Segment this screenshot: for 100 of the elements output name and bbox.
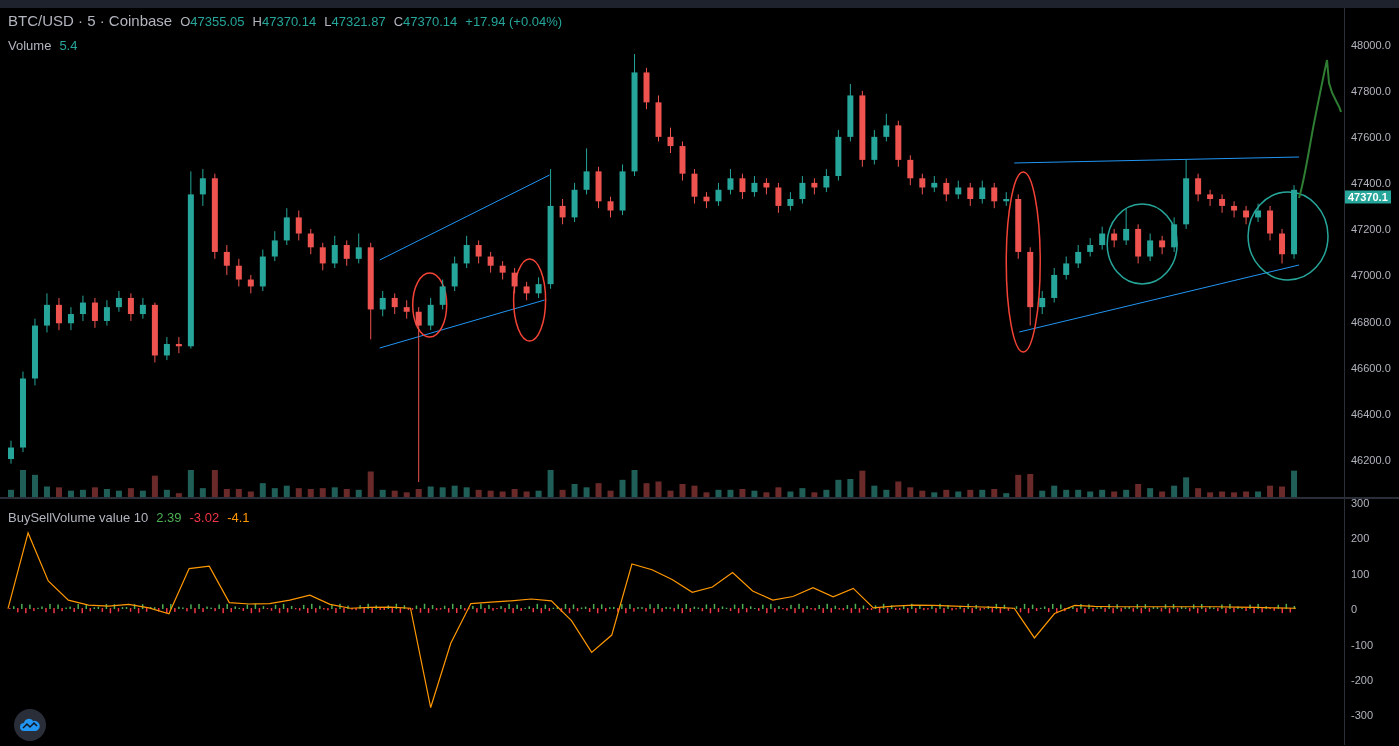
indicator-axis-label: -100 <box>1351 638 1374 651</box>
candle <box>1267 205 1274 241</box>
candle <box>499 260 506 281</box>
ohlc-value: C47370.14 <box>393 14 458 29</box>
price-axis-label: 46400.0 <box>1351 407 1391 420</box>
candle <box>559 198 566 225</box>
candle <box>667 127 674 154</box>
candle <box>1279 228 1286 264</box>
candle <box>487 251 494 274</box>
price-change: +17.94 (+0.04%) <box>465 14 563 29</box>
candle <box>739 173 746 200</box>
candle <box>259 249 266 292</box>
volume-value: 5.4 <box>59 38 78 53</box>
candle <box>1063 256 1070 281</box>
candle <box>835 129 842 182</box>
candle <box>931 175 938 193</box>
logo-icon[interactable] <box>14 709 46 741</box>
candle <box>55 297 62 331</box>
candle <box>8 440 14 465</box>
candle <box>235 258 242 287</box>
indicator-axis-label: -200 <box>1351 674 1374 686</box>
candle <box>979 180 986 205</box>
candle <box>1171 216 1178 253</box>
candle <box>991 182 998 209</box>
candle <box>295 210 302 241</box>
indicator-label: BuySellVolume value 10 <box>8 510 149 525</box>
candle <box>79 295 86 322</box>
candle <box>607 196 614 218</box>
ohlc-value: L47321.87 <box>324 14 386 29</box>
symbol-title: BTC/USD · 5 · Coinbase <box>8 12 173 29</box>
candle <box>1015 193 1022 260</box>
price-axis-label: 46200.0 <box>1351 453 1391 466</box>
candle <box>763 177 770 195</box>
candle <box>1231 200 1238 218</box>
candle <box>571 182 578 223</box>
candle <box>1135 223 1142 264</box>
candle <box>883 113 890 142</box>
candle <box>391 292 398 315</box>
candle <box>1255 203 1262 223</box>
indicator-value: 2.39 <box>156 510 182 525</box>
candle <box>1183 159 1190 230</box>
indicator-value: -4.1 <box>227 510 250 525</box>
price-axis-label: 46800.0 <box>1351 315 1391 328</box>
candle <box>451 256 458 292</box>
candle <box>1039 290 1046 315</box>
candle <box>619 164 626 216</box>
candle <box>403 299 410 320</box>
candle <box>955 180 962 200</box>
candle <box>1075 244 1082 269</box>
candle <box>643 67 650 110</box>
price-axis-label: 47800.0 <box>1351 85 1391 97</box>
candle <box>1123 207 1130 246</box>
candle <box>439 279 446 310</box>
candle <box>1207 189 1214 207</box>
candle <box>1099 226 1106 251</box>
price-axis-label: 47400.0 <box>1351 177 1391 190</box>
candle <box>283 207 290 246</box>
indicator-axis-label: -300 <box>1351 709 1374 722</box>
price-axis-label: 47000.0 <box>1351 269 1391 282</box>
candle <box>379 290 386 317</box>
candle <box>463 235 470 269</box>
candle <box>907 154 914 186</box>
candle <box>139 297 146 320</box>
candle <box>271 230 278 262</box>
candle <box>787 191 794 211</box>
candle <box>355 233 362 264</box>
candle <box>655 94 662 142</box>
candle <box>1147 233 1154 262</box>
candle <box>343 239 350 267</box>
candle <box>247 274 254 294</box>
candle <box>91 297 98 329</box>
circle-annotation <box>411 272 448 338</box>
candle <box>1243 205 1250 225</box>
candle <box>43 292 50 333</box>
candle <box>1087 237 1094 258</box>
candle <box>175 336 182 354</box>
candle <box>691 168 698 205</box>
price-axis-label: 48000.0 <box>1351 38 1391 51</box>
candle <box>511 267 518 294</box>
candle <box>1111 228 1118 248</box>
candle <box>535 276 542 299</box>
candle <box>319 242 326 271</box>
candle <box>967 182 974 207</box>
candle <box>199 168 206 207</box>
candle <box>751 175 758 198</box>
candle <box>703 191 710 209</box>
candle <box>427 297 434 331</box>
candle <box>103 299 110 327</box>
last-price-tag: 47370.1 <box>1345 190 1391 204</box>
candle <box>523 281 530 301</box>
candle <box>331 235 338 269</box>
candle <box>583 147 590 195</box>
ohlc-value: O47355.05 <box>180 14 245 29</box>
candle <box>871 129 878 165</box>
candle <box>67 306 74 331</box>
candle <box>1195 173 1202 202</box>
volume-label: Volume <box>8 38 52 53</box>
candle <box>115 290 122 313</box>
price-axis-label: 46600.0 <box>1351 361 1391 374</box>
price-axis-label: 47600.0 <box>1351 131 1391 144</box>
